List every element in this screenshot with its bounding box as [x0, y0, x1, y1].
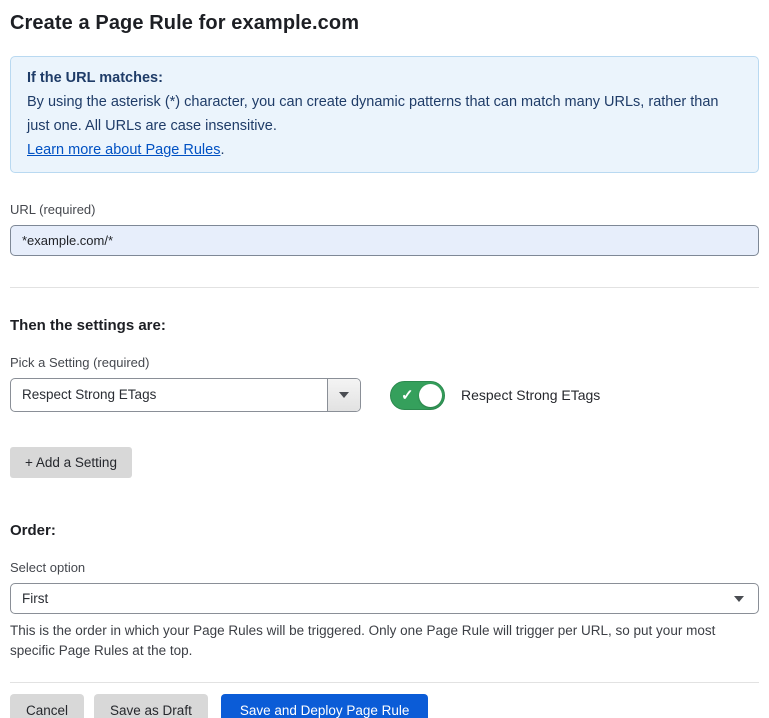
order-select-label: Select option [10, 560, 759, 575]
info-box-body: By using the asterisk (*) character, you… [27, 90, 742, 138]
order-select[interactable]: First [10, 583, 759, 614]
learn-more-link[interactable]: Learn more about Page Rules [27, 142, 220, 158]
info-box-heading: If the URL matches: [27, 66, 742, 90]
toggle-knob [419, 384, 442, 407]
save-deploy-button[interactable]: Save and Deploy Page Rule [221, 694, 429, 718]
footer-actions: Cancel Save as Draft Save and Deploy Pag… [10, 694, 759, 718]
order-section-heading: Order: [10, 522, 759, 539]
url-match-info-box: If the URL matches: By using the asteris… [10, 56, 759, 173]
caret-down-icon [734, 596, 744, 602]
footer-divider [10, 682, 759, 683]
cancel-button[interactable]: Cancel [10, 694, 84, 718]
order-select-value: First [22, 591, 734, 606]
page-title: Create a Page Rule for example.com [10, 12, 759, 35]
save-draft-button[interactable]: Save as Draft [94, 694, 208, 718]
setting-dropdown[interactable]: Respect Strong ETags [10, 378, 361, 412]
setting-dropdown-value: Respect Strong ETags [11, 379, 327, 411]
add-setting-button[interactable]: + Add a Setting [10, 447, 132, 478]
order-help-text: This is the order in which your Page Rul… [10, 621, 755, 661]
url-input[interactable] [10, 225, 759, 256]
settings-section-heading: Then the settings are: [10, 317, 759, 334]
link-period: . [220, 142, 224, 158]
caret-down-icon [339, 392, 349, 398]
setting-row: Respect Strong ETags ✓ Respect Strong ET… [10, 378, 759, 412]
url-field-label: URL (required) [10, 202, 759, 217]
etags-toggle[interactable]: ✓ [390, 381, 445, 410]
etags-toggle-group: ✓ Respect Strong ETags [390, 381, 600, 410]
pick-setting-label: Pick a Setting (required) [10, 355, 759, 370]
setting-dropdown-button[interactable] [327, 379, 360, 411]
check-icon: ✓ [401, 386, 414, 406]
page-rule-form: Create a Page Rule for example.com If th… [0, 12, 769, 718]
section-divider [10, 287, 759, 288]
etags-toggle-label: Respect Strong ETags [461, 387, 600, 403]
info-box-link-line: Learn more about Page Rules. [27, 138, 742, 162]
